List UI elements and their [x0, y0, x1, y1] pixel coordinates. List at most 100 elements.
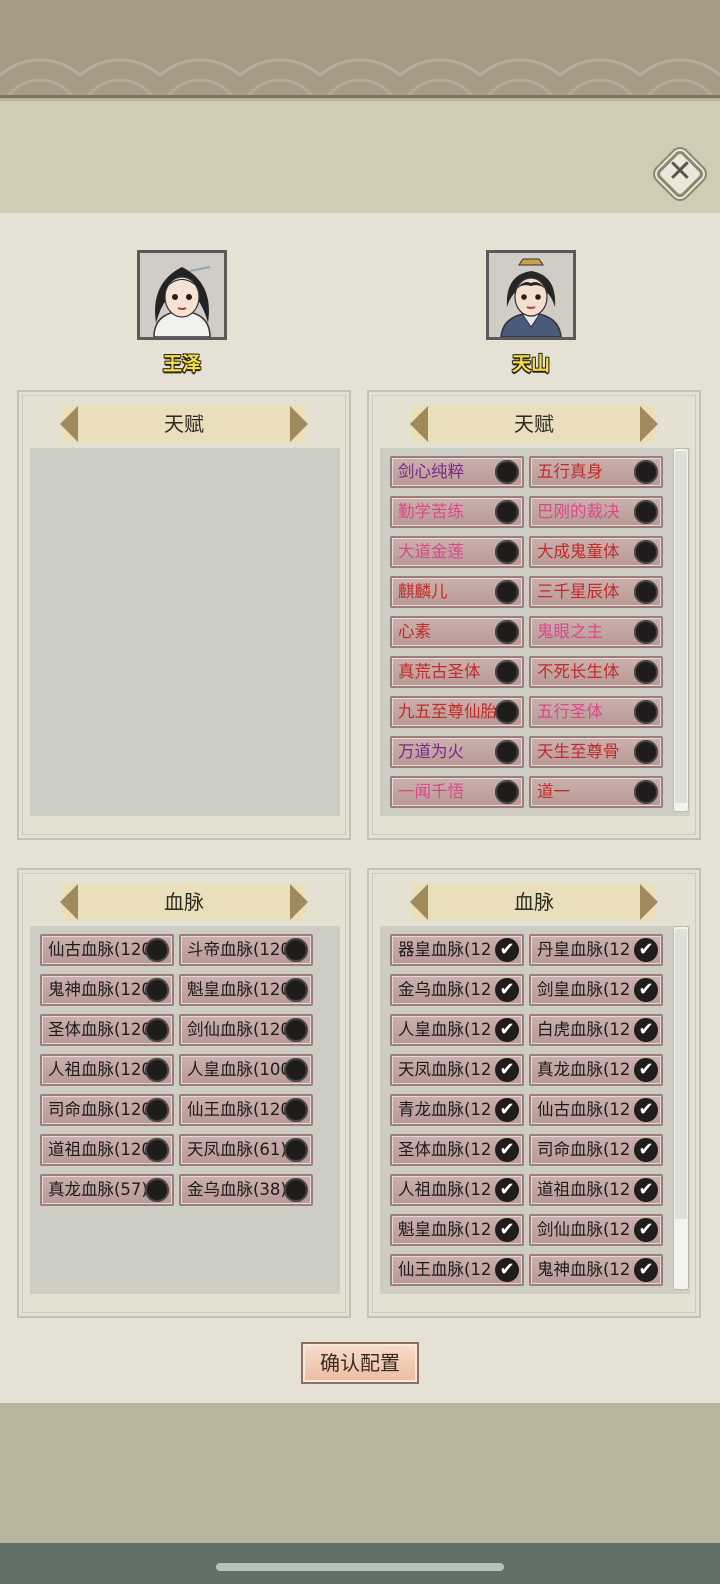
talent-chip[interactable]: 麒麟儿: [390, 576, 524, 608]
talent-chip[interactable]: 一闻千悟: [390, 776, 524, 808]
unselected-dot-icon[interactable]: [634, 580, 658, 604]
checkmark-icon[interactable]: ✔: [634, 1098, 658, 1122]
talent-chip[interactable]: 勤学苦练: [390, 496, 524, 528]
bloodline-chip[interactable]: 仙古血脉(120): [40, 934, 174, 966]
scroll-thumb[interactable]: [675, 929, 687, 1219]
unselected-dot-icon[interactable]: [495, 460, 519, 484]
talent-chip[interactable]: 九五至尊仙胎: [390, 696, 524, 728]
unselected-dot-icon[interactable]: [284, 1098, 308, 1122]
bloodline-chip[interactable]: 人祖血脉(120): [40, 1054, 174, 1086]
checkmark-icon[interactable]: ✔: [634, 1218, 658, 1242]
unselected-dot-icon[interactable]: [495, 780, 519, 804]
bloodline-chip[interactable]: 剑皇血脉(12 ✔: [529, 974, 663, 1006]
bloodline-chip[interactable]: 圣体血脉(12 ✔: [390, 1134, 524, 1166]
bloodline-chip[interactable]: 天凤血脉(61): [179, 1134, 313, 1166]
right-bloodline-scrollbar[interactable]: [673, 926, 689, 1290]
checkmark-icon[interactable]: ✔: [634, 1258, 658, 1282]
bloodline-chip[interactable]: 仙王血脉(12 ✔: [390, 1254, 524, 1286]
right-bloodline-list[interactable]: 器皇血脉(12 ✔ 丹皇血脉(12 ✔ 金乌血脉(12 ✔ 剑皇血脉(12 ✔ 人皇血脉(12 ✔…: [380, 926, 690, 1294]
talent-chip[interactable]: 三千星辰体: [529, 576, 663, 608]
talent-chip[interactable]: 真荒古圣体: [390, 656, 524, 688]
talent-chip[interactable]: 剑心纯粹: [390, 456, 524, 488]
unselected-dot-icon[interactable]: [284, 1138, 308, 1162]
talent-chip[interactable]: 鬼眼之主: [529, 616, 663, 648]
unselected-dot-icon[interactable]: [145, 1058, 169, 1082]
bloodline-chip[interactable]: 仙王血脉(120): [179, 1094, 313, 1126]
unselected-dot-icon[interactable]: [284, 1018, 308, 1042]
checkmark-icon[interactable]: ✔: [495, 1058, 519, 1082]
bloodline-chip[interactable]: 剑仙血脉(120): [179, 1014, 313, 1046]
bloodline-chip[interactable]: 真龙血脉(12 ✔: [529, 1054, 663, 1086]
bloodline-chip[interactable]: 鬼神血脉(120): [40, 974, 174, 1006]
checkmark-icon[interactable]: ✔: [634, 978, 658, 1002]
unselected-dot-icon[interactable]: [145, 1098, 169, 1122]
talent-chip[interactable]: 不死长生体: [529, 656, 663, 688]
unselected-dot-icon[interactable]: [284, 938, 308, 962]
bloodline-chip[interactable]: 斗帝血脉(120): [179, 934, 313, 966]
avatar-right[interactable]: [486, 250, 576, 340]
bloodline-chip[interactable]: 道祖血脉(120): [40, 1134, 174, 1166]
right-talent-list[interactable]: 剑心纯粹 五行真身 勤学苦练 巴刚的裁决 大道金莲 大成鬼童体 麒麟儿 三千星辰体 心素 鬼眼之主…: [380, 448, 690, 816]
left-talent-list[interactable]: [30, 448, 340, 816]
unselected-dot-icon[interactable]: [495, 580, 519, 604]
unselected-dot-icon[interactable]: [145, 1178, 169, 1202]
bloodline-chip[interactable]: 魁皇血脉(12 ✔: [390, 1214, 524, 1246]
unselected-dot-icon[interactable]: [495, 740, 519, 764]
talent-chip[interactable]: 大成鬼童体: [529, 536, 663, 568]
bloodline-chip[interactable]: 司命血脉(120): [40, 1094, 174, 1126]
scroll-thumb[interactable]: [675, 451, 687, 803]
unselected-dot-icon[interactable]: [634, 620, 658, 644]
unselected-dot-icon[interactable]: [145, 1138, 169, 1162]
checkmark-icon[interactable]: ✔: [495, 1018, 519, 1042]
checkmark-icon[interactable]: ✔: [634, 1138, 658, 1162]
talent-chip[interactable]: 心素: [390, 616, 524, 648]
talent-chip[interactable]: 天生至尊骨: [529, 736, 663, 768]
bloodline-chip[interactable]: 人祖血脉(12 ✔: [390, 1174, 524, 1206]
talent-chip[interactable]: 五行圣体: [529, 696, 663, 728]
unselected-dot-icon[interactable]: [634, 700, 658, 724]
talent-chip[interactable]: 大道金莲: [390, 536, 524, 568]
talent-chip[interactable]: 巴刚的裁决: [529, 496, 663, 528]
bloodline-chip[interactable]: 白虎血脉(12 ✔: [529, 1014, 663, 1046]
bloodline-chip[interactable]: 道祖血脉(12 ✔: [529, 1174, 663, 1206]
bloodline-chip[interactable]: 金乌血脉(12 ✔: [390, 974, 524, 1006]
checkmark-icon[interactable]: ✔: [495, 1258, 519, 1282]
bloodline-chip[interactable]: 真龙血脉(57): [40, 1174, 174, 1206]
checkmark-icon[interactable]: ✔: [495, 1218, 519, 1242]
unselected-dot-icon[interactable]: [634, 780, 658, 804]
confirm-config-button[interactable]: 确认配置: [301, 1342, 419, 1384]
unselected-dot-icon[interactable]: [284, 1058, 308, 1082]
checkmark-icon[interactable]: ✔: [634, 1058, 658, 1082]
unselected-dot-icon[interactable]: [145, 1018, 169, 1042]
bloodline-chip[interactable]: 仙古血脉(12 ✔: [529, 1094, 663, 1126]
unselected-dot-icon[interactable]: [495, 620, 519, 644]
unselected-dot-icon[interactable]: [634, 740, 658, 764]
bloodline-chip[interactable]: 司命血脉(12 ✔: [529, 1134, 663, 1166]
unselected-dot-icon[interactable]: [495, 660, 519, 684]
checkmark-icon[interactable]: ✔: [634, 1178, 658, 1202]
checkmark-icon[interactable]: ✔: [495, 938, 519, 962]
checkmark-icon[interactable]: ✔: [495, 1178, 519, 1202]
bloodline-chip[interactable]: 器皇血脉(12 ✔: [390, 934, 524, 966]
unselected-dot-icon[interactable]: [495, 500, 519, 524]
unselected-dot-icon[interactable]: [284, 978, 308, 1002]
checkmark-icon[interactable]: ✔: [634, 1018, 658, 1042]
unselected-dot-icon[interactable]: [495, 700, 519, 724]
talent-chip[interactable]: 万道为火: [390, 736, 524, 768]
avatar-left[interactable]: [137, 250, 227, 340]
unselected-dot-icon[interactable]: [495, 540, 519, 564]
unselected-dot-icon[interactable]: [284, 1178, 308, 1202]
unselected-dot-icon[interactable]: [634, 500, 658, 524]
home-handle[interactable]: [216, 1563, 504, 1571]
checkmark-icon[interactable]: ✔: [495, 1098, 519, 1122]
talent-chip[interactable]: 五行真身: [529, 456, 663, 488]
bloodline-chip[interactable]: 鬼神血脉(12 ✔: [529, 1254, 663, 1286]
close-button[interactable]: ✕: [654, 148, 706, 200]
right-talent-scrollbar[interactable]: [673, 448, 689, 812]
unselected-dot-icon[interactable]: [145, 938, 169, 962]
bloodline-chip[interactable]: 圣体血脉(120): [40, 1014, 174, 1046]
left-bloodline-list[interactable]: 仙古血脉(120) 斗帝血脉(120) 鬼神血脉(120) 魁皇血脉(120) 圣体血脉…: [30, 926, 340, 1294]
unselected-dot-icon[interactable]: [634, 540, 658, 564]
bloodline-chip[interactable]: 丹皇血脉(12 ✔: [529, 934, 663, 966]
talent-chip[interactable]: 道一: [529, 776, 663, 808]
